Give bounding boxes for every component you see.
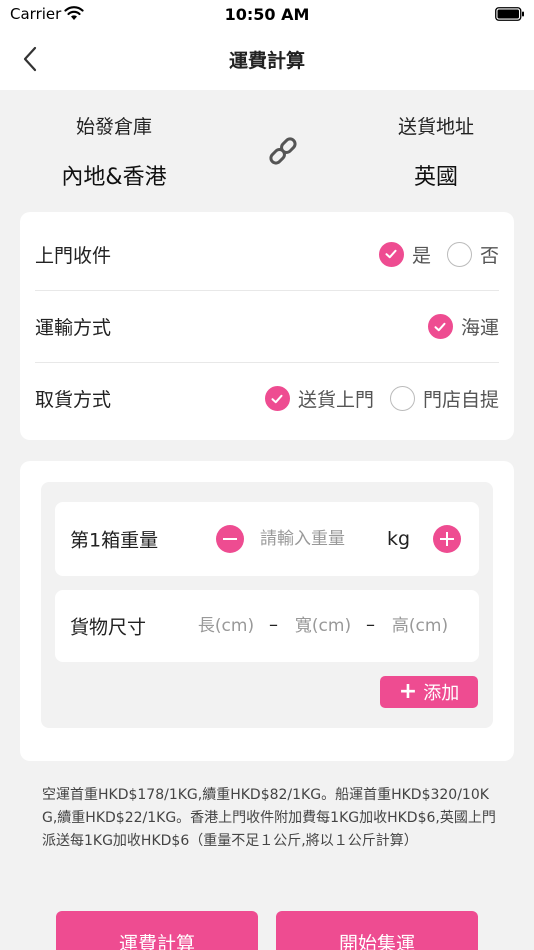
- transport-sea-radio[interactable]: 海運: [427, 313, 499, 340]
- add-box-button[interactable]: + 添加: [380, 676, 478, 708]
- pickup-options: 是 否: [363, 241, 499, 268]
- size-label: 貨物尺寸: [70, 616, 147, 639]
- plus-button[interactable]: [433, 525, 461, 553]
- size-row: 貨物尺寸 – –: [55, 590, 479, 662]
- destination-value[interactable]: 英國: [336, 159, 534, 191]
- pricing-note: 空運首重HKD$178/1KG,續重HKD$82/1KG。船運首重HKD$320…: [42, 787, 496, 849]
- calculate-button[interactable]: 運費計算: [56, 911, 258, 950]
- start-consolidation-button[interactable]: 開始集運: [276, 911, 478, 950]
- height-input[interactable]: [385, 616, 455, 636]
- weight-unit: kg: [387, 528, 411, 550]
- parcel-card: 第1箱重量 kg 貨物尺寸 – – + 添加: [20, 461, 514, 761]
- transport-row: 運輸方式 海運: [35, 290, 499, 362]
- status-bar: Carrier 10:50 AM: [0, 0, 534, 30]
- destination-label: 送貨地址: [397, 116, 474, 138]
- pickup-yes-radio[interactable]: 是: [378, 241, 431, 268]
- transport-options: 海運: [412, 313, 499, 340]
- transport-label: 運輸方式: [35, 317, 112, 339]
- origin-label: 始發倉庫: [75, 116, 152, 138]
- radio-empty-icon: [389, 386, 415, 411]
- transport-sea-label: 海運: [460, 317, 499, 339]
- checkmark-icon: [378, 241, 404, 267]
- checkmark-icon: [264, 386, 290, 411]
- options-card: 上門收件 是 否 運輸方式 海運 取貨方式 送貨上門 門店自提: [20, 212, 514, 440]
- page-title: 運費計算: [228, 50, 305, 72]
- battery-icon: [495, 7, 524, 21]
- origin-section: 始發倉庫 內地&香港: [14, 112, 214, 191]
- destination-section: 送貨地址 英國: [336, 112, 534, 191]
- plus-icon: +: [398, 679, 418, 704]
- pickup-row: 上門收件 是 否: [35, 218, 499, 290]
- pickup-label: 上門收件: [35, 244, 112, 267]
- pickup-no-radio[interactable]: 否: [446, 241, 499, 268]
- delivery-door-label: 送貨上門: [297, 389, 374, 411]
- radio-empty-icon: [446, 241, 472, 267]
- delivery-store-radio[interactable]: 門店自提: [389, 385, 499, 412]
- delivery-options: 送貨上門 門店自提: [249, 385, 499, 412]
- link-icon: [269, 137, 297, 165]
- status-time: 10:50 AM: [224, 5, 310, 24]
- parcel-form: 第1箱重量 kg 貨物尺寸 – – + 添加: [41, 482, 493, 728]
- delivery-label: 取貨方式: [35, 389, 112, 411]
- length-input[interactable]: [191, 616, 261, 636]
- weight-input[interactable]: [260, 529, 380, 549]
- weight-label: 第1箱重量: [70, 529, 159, 552]
- delivery-store-label: 門店自提: [422, 389, 499, 411]
- dimension-separator: –: [366, 614, 375, 636]
- pickup-no-label: 否: [479, 244, 499, 267]
- pickup-yes-label: 是: [411, 244, 431, 267]
- dimension-separator: –: [269, 614, 278, 636]
- origin-value[interactable]: 內地&香港: [14, 159, 214, 191]
- minus-button[interactable]: [216, 525, 244, 553]
- add-box-label: 添加: [423, 683, 460, 704]
- delivery-door-radio[interactable]: 送貨上門: [264, 385, 374, 412]
- nav-bar: 運費計算: [0, 30, 534, 90]
- checkmark-icon: [427, 314, 453, 339]
- delivery-row: 取貨方式 送貨上門 門店自提: [35, 362, 499, 434]
- width-input[interactable]: [288, 616, 358, 636]
- weight-row: 第1箱重量 kg: [55, 502, 479, 576]
